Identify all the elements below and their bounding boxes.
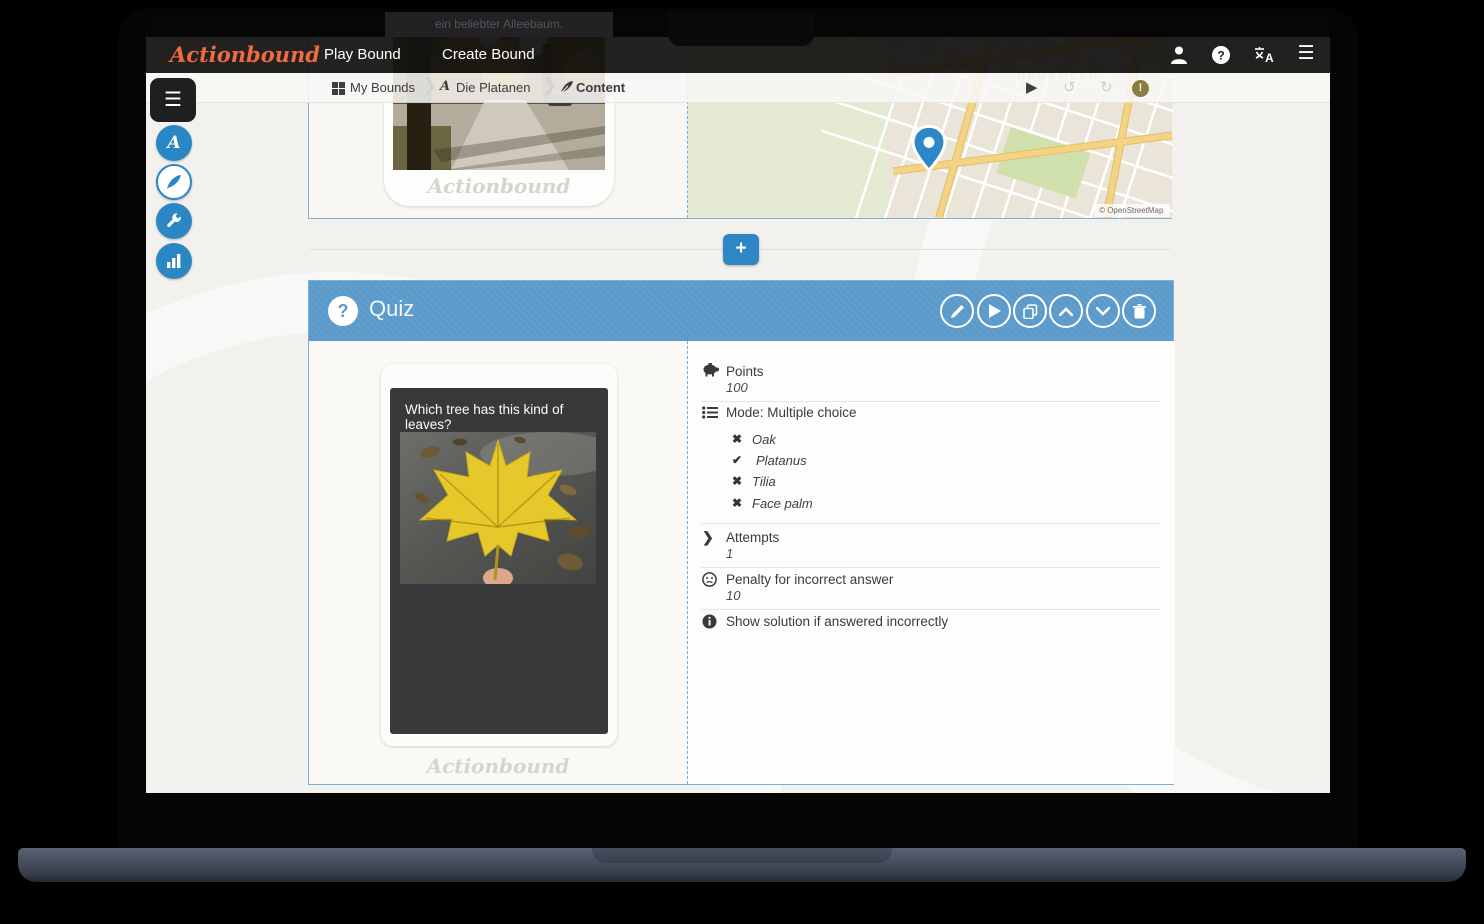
content-feather-icon [560,80,574,97]
penalty-label: Penalty for incorrect answer [726,572,893,587]
breadcrumb-separator: ❯ [542,75,557,96]
attempts-value: 1 [726,546,733,561]
breadcrumb-my-bounds[interactable]: My Bounds [350,80,415,95]
frown-face-icon [702,572,720,588]
redo-icon[interactable]: ↻ [1100,78,1113,96]
move-up-button[interactable] [1049,294,1083,328]
feather-icon [166,174,182,190]
mode-label: Mode: Multiple choice [726,405,857,420]
quiz-card: ? Quiz [308,280,1174,785]
phone-peek-text: ein beliebter Alleebaum. [385,17,613,31]
camera-notch [668,12,814,46]
add-element-button[interactable]: + [723,234,759,265]
quiz-card-title: Quiz [369,296,414,322]
svg-text:A: A [1265,51,1274,65]
list-icon [702,406,720,422]
penalty-value: 10 [726,588,740,603]
user-icon[interactable] [1168,45,1190,65]
phone-preview: Which tree has this kind of leaves? [381,364,617,746]
laptop-base [18,848,1466,882]
play-button[interactable] [977,294,1011,328]
actionbound-logo[interactable]: Actionbound [170,42,320,67]
preview-play-icon[interactable]: ▶ [1026,78,1038,96]
breadcrumb-die-platanen[interactable]: Die Platanen [456,80,530,95]
move-down-button[interactable] [1086,294,1120,328]
quiz-type-icon: ? [328,296,358,326]
copy-icon [1023,304,1038,319]
quiz-question-text: Which tree has this kind of leaves? [405,402,595,432]
bound-icon: A [440,79,450,94]
chevron-right-icon: ❯ [702,529,720,545]
trash-icon [1133,304,1146,319]
wrong-icon: ✖ [732,474,742,488]
correct-icon: ✔ [732,453,742,467]
phone-peek-block: ein beliebter Alleebaum. [385,12,613,37]
breadcrumb: My Bounds ❯ A Die Platanen ❯ Content ▶ ↺… [146,73,1330,103]
divider [701,523,1161,524]
translate-icon[interactable]: A [1253,45,1275,65]
map-attribution[interactable]: © OpenStreetMap [1099,206,1164,215]
points-value: 100 [726,380,748,395]
divider [701,567,1161,568]
quiz-settings-panel: Points 100 Mode: Multiple choice ✖ Oak ✔… [688,341,1175,784]
laptop-base-notch [592,848,892,863]
help-icon[interactable]: ? [1210,45,1232,65]
quiz-card-body: Which tree has this kind of leaves? [309,341,1173,784]
chevron-up-icon [1059,307,1073,316]
delete-button[interactable] [1122,294,1156,328]
divider [701,609,1161,610]
quiz-option: Face palm [752,496,813,511]
menu-icon[interactable]: ☰ [1295,42,1317,62]
quiz-card-header: ? Quiz [309,281,1173,341]
undo-icon[interactable]: ↺ [1063,78,1076,96]
my-bounds-icon [332,82,345,95]
svg-text:?: ? [1217,49,1224,63]
sidebar-item-settings[interactable] [156,203,192,239]
wrong-icon: ✖ [732,496,742,510]
wrench-icon [166,213,182,229]
panel-divider [687,341,688,784]
piggy-bank-icon [702,363,720,379]
actionbound-watermark: Actionbound [384,174,614,198]
quiz-preview-panel: Which tree has this kind of leaves? [309,341,687,784]
duplicate-button[interactable] [1013,294,1047,328]
nav-play-bound[interactable]: Play Bound [324,46,401,63]
quiz-option: Tilia [752,474,776,489]
solution-label: Show solution if answered incorrectly [726,614,948,629]
phone-screen: Which tree has this kind of leaves? [390,388,608,734]
divider [701,401,1161,402]
quiz-option: Platanus [756,453,807,468]
chevron-down-icon [1096,307,1110,316]
wrong-icon: ✖ [732,432,742,446]
breadcrumb-content: Content [576,80,625,95]
alert-icon[interactable]: ! [1132,80,1149,97]
sidebar-menu-button[interactable]: ☰ [150,78,196,122]
pencil-icon [950,304,965,319]
quiz-option: Oak [752,432,776,447]
points-label: Points [726,364,764,379]
sidebar-item-content[interactable] [156,164,192,200]
play-icon [988,304,1001,318]
leaf-photo [400,432,596,584]
edit-button[interactable] [940,294,974,328]
sidebar-item-bound[interactable]: A [156,125,192,161]
app-screen: NEUKÖLLN © OpenStreetMap [146,12,1330,793]
nav-create-bound[interactable]: Create Bound [442,46,535,63]
attempts-label: Attempts [726,530,779,545]
sidebar-item-results[interactable] [156,243,192,279]
bar-chart-icon [166,254,182,268]
breadcrumb-separator: ❯ [422,75,437,96]
actionbound-watermark: Actionbound [309,754,687,778]
info-icon [702,614,720,630]
